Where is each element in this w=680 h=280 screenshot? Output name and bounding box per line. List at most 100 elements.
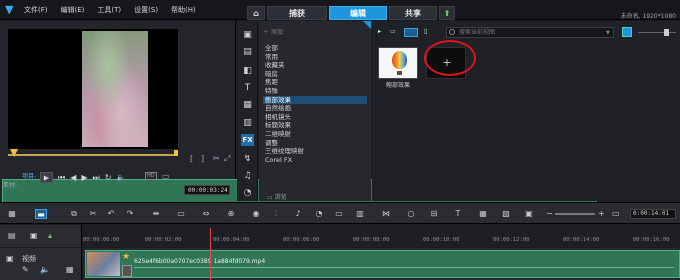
add-category-button[interactable]: ＋ 添加 xyxy=(263,27,283,36)
menu-file[interactable]: 文件(F) xyxy=(24,5,48,15)
go-start-icon[interactable]: ⏮ xyxy=(58,173,65,183)
overlay-icon[interactable]: ▥ xyxy=(241,117,254,129)
timeline-playhead[interactable] xyxy=(210,228,211,280)
zoom-out-icon[interactable]: − xyxy=(546,209,553,218)
graphic-icon[interactable]: ▦ xyxy=(241,99,254,111)
mark-in-icon[interactable]: [ xyxy=(190,154,193,163)
category-item[interactable]: 全部 xyxy=(263,44,367,53)
filter-toggle-icon[interactable]: ▸ xyxy=(378,28,381,37)
split-icon[interactable]: ⇹ xyxy=(150,209,162,219)
title-icon[interactable]: T xyxy=(241,82,254,94)
speed-ramp-icon[interactable]: ▣ xyxy=(523,209,535,219)
trim-icon[interactable]: ⇔ xyxy=(200,209,212,219)
category-item[interactable]: 暗房 xyxy=(263,70,367,79)
tab-capture[interactable]: 捕获 xyxy=(267,6,327,20)
track-mute-icon[interactable]: 🔈 xyxy=(40,265,50,274)
copy-icon[interactable]: ⧉ xyxy=(68,209,80,219)
track-visibility-icon[interactable]: ▣ xyxy=(6,254,14,263)
category-item[interactable]: 自然绘画 xyxy=(263,104,367,113)
category-item[interactable]: 收藏夹 xyxy=(263,61,367,70)
track-edit-icon[interactable]: ✎ xyxy=(22,265,29,274)
title-tool-icon[interactable]: T xyxy=(452,209,464,219)
timeline-ruler[interactable]: 00:00:00:00 00:00:02:00 00:00:04:00 00:0… xyxy=(83,225,680,247)
cut-icon[interactable]: ✂ xyxy=(87,209,99,219)
sort-icon[interactable]: ▭ xyxy=(390,28,396,37)
undo-icon[interactable]: ↶ xyxy=(105,209,117,219)
transition-icon[interactable]: ◧ xyxy=(241,65,254,77)
subtitle-icon[interactable]: ▭ xyxy=(333,209,345,219)
media-icon[interactable]: ▣ xyxy=(241,29,254,41)
record-capture-icon[interactable]: ◉ xyxy=(250,209,262,219)
zoom-in-icon[interactable]: + xyxy=(598,209,605,218)
home-tab[interactable]: ⌂ xyxy=(247,6,265,20)
tab-edit[interactable]: 编辑 xyxy=(329,6,387,20)
output-size-icon[interactable]: ▭ xyxy=(162,172,170,181)
menu-tools[interactable]: 工具(T) xyxy=(97,5,121,15)
thumbnail-size-slider[interactable] xyxy=(638,32,676,33)
storyboard-view-icon[interactable]: ▦ xyxy=(6,209,18,219)
scrubber[interactable] xyxy=(8,149,178,157)
fx-filter-icon[interactable]: FX xyxy=(241,134,254,146)
search-dropdown-icon[interactable]: ▼ xyxy=(606,30,610,36)
filter-thumbnail[interactable] xyxy=(378,47,418,79)
mask-icon[interactable]: ○ xyxy=(405,209,417,219)
timeline-view-icon[interactable]: ▬ xyxy=(35,209,47,219)
hd-badge[interactable]: HD xyxy=(145,172,157,180)
category-item[interactable]: 调整 xyxy=(263,139,367,148)
category-item[interactable]: Corel FX xyxy=(263,156,367,165)
freeze-frame-icon[interactable]: ▦ xyxy=(477,209,489,219)
timeline-timecode[interactable]: 0:00:14:01 xyxy=(630,209,676,219)
search-input[interactable]: 搜索当前视图 xyxy=(446,27,614,38)
category-item[interactable]: 标题效果 xyxy=(263,121,367,130)
category-item[interactable]: 三维纹理映射 xyxy=(263,147,367,156)
trim-end-handle[interactable] xyxy=(174,150,178,156)
color-grading-icon[interactable]: ▧ xyxy=(500,209,512,219)
audio-icon[interactable]: ♫ xyxy=(241,170,254,182)
show-audio-icon[interactable]: ▯ xyxy=(424,28,427,37)
menu-settings[interactable]: 设置(S) xyxy=(134,5,158,15)
expand-icon[interactable]: ⤢ xyxy=(224,154,230,164)
crop-icon[interactable]: ▭ xyxy=(175,209,187,219)
track-manager-small-icon[interactable]: ▤ xyxy=(8,231,16,240)
next-frame-icon[interactable]: ▶ xyxy=(81,173,87,182)
show-filters-icon[interactable] xyxy=(404,28,418,37)
menu-help[interactable]: 帮助(H) xyxy=(171,5,196,15)
tab-share[interactable]: 共享 xyxy=(389,6,437,20)
motion-tracking-icon[interactable]: ◔ xyxy=(313,209,325,219)
instant-project-icon[interactable]: ▤ xyxy=(241,46,254,58)
add-track-icon[interactable]: ▴ xyxy=(48,231,52,240)
split-clip-icon[interactable]: ✂ xyxy=(213,154,220,163)
category-item[interactable]: 焦距 xyxy=(263,78,367,87)
timeline-zoom-slider[interactable] xyxy=(555,213,595,215)
thumbnail-size-knob[interactable] xyxy=(664,29,669,36)
play-icon[interactable]: ▶ xyxy=(40,172,53,183)
repeat-icon[interactable]: ↻ xyxy=(105,173,112,182)
category-item[interactable]: 常用 xyxy=(263,53,367,62)
path-icon[interactable]: ↯ xyxy=(241,153,254,165)
browse-button[interactable]: ▭ 浏览 xyxy=(267,192,287,201)
prev-frame-icon[interactable]: ◀ xyxy=(70,173,76,182)
video-track[interactable]: ★ 625e4f6b00a0707ec0389 1a884fd079.mp4 xyxy=(83,248,680,280)
category-item[interactable]: 二维映射 xyxy=(263,130,367,139)
track-lock-icon[interactable]: ▦ xyxy=(66,265,74,274)
go-end-icon[interactable]: ⏭ xyxy=(93,173,100,183)
multicam-icon[interactable]: ▥ xyxy=(354,209,366,219)
ripple-edit-icon[interactable]: ▣ xyxy=(30,231,38,240)
video-clip[interactable]: ★ 625e4f6b00a0707ec0389 1a884fd079.mp4 xyxy=(85,250,680,278)
player-timecode[interactable]: 00:00:03:24 xyxy=(184,185,230,195)
menu-edit[interactable]: 编辑(E) xyxy=(61,5,85,15)
time-remap-icon[interactable]: ⋈ xyxy=(380,209,392,219)
upload-tab[interactable]: ⬆ xyxy=(439,6,455,20)
category-item-selected[interactable]: 鲍部效果 xyxy=(263,95,367,105)
redo-icon[interactable]: ↷ xyxy=(124,209,136,219)
volume-icon[interactable]: 🔈 xyxy=(116,173,126,182)
fit-timeline-icon[interactable]: ▭ xyxy=(612,209,620,218)
auto-music-icon[interactable]: ♪ xyxy=(292,209,304,219)
mark-out-icon[interactable]: ] xyxy=(201,154,204,163)
stabilize-icon[interactable]: ⊟ xyxy=(428,209,440,219)
speed-icon[interactable]: ◔ xyxy=(241,187,254,199)
view-mode-icon[interactable] xyxy=(622,27,632,37)
mixer-icon[interactable]: ⫶ xyxy=(270,209,282,219)
track-manager-icon[interactable]: ⊕ xyxy=(225,209,237,219)
category-item[interactable]: 特殊 xyxy=(263,87,367,96)
